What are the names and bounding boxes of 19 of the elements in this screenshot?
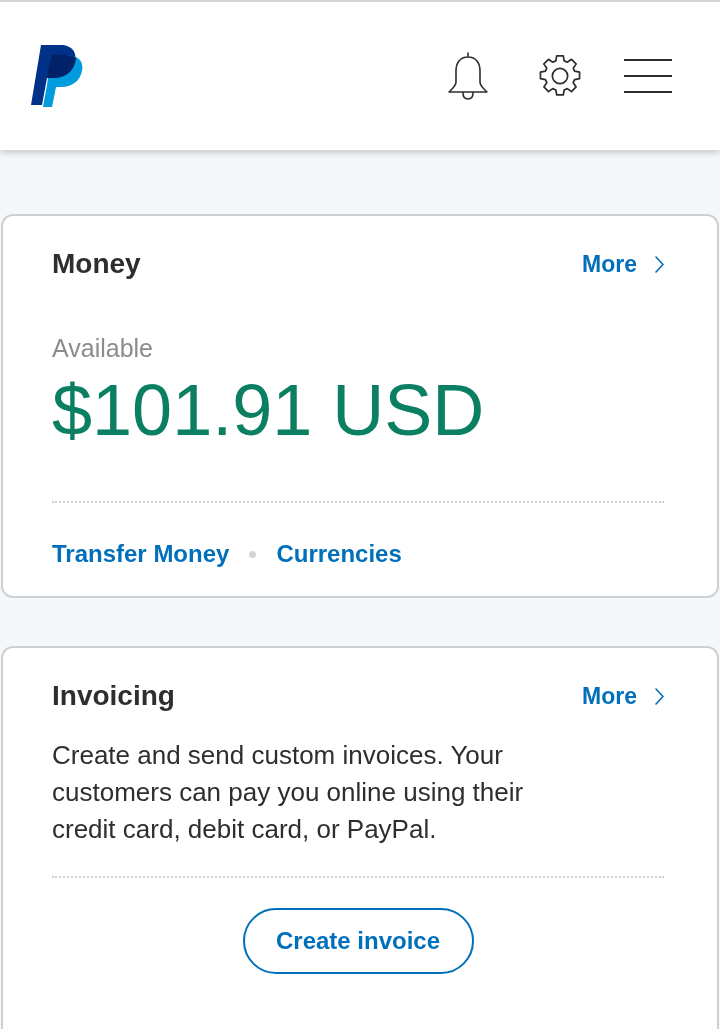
more-link[interactable]: More bbox=[582, 681, 664, 711]
menu-icon bbox=[624, 59, 672, 93]
menu-button[interactable] bbox=[624, 59, 672, 93]
settings-gear-icon bbox=[537, 53, 583, 99]
card-link[interactable]: Currencies bbox=[276, 539, 402, 569]
balance-amount: $101.91 USD bbox=[52, 370, 486, 450]
chevron-right-icon bbox=[655, 687, 664, 705]
card-link[interactable]: Transfer Money bbox=[52, 539, 230, 569]
chevron-right-icon bbox=[655, 255, 664, 273]
more-link[interactable]: More bbox=[582, 249, 664, 279]
card-title: Invoicing bbox=[52, 679, 175, 713]
bell-icon bbox=[447, 52, 489, 100]
balance-label: Available bbox=[52, 333, 154, 363]
card-title: Money bbox=[52, 247, 141, 281]
create-invoice-button[interactable]: Create invoice bbox=[242, 908, 474, 974]
home-logo-link[interactable] bbox=[31, 45, 83, 107]
notifications-button[interactable] bbox=[446, 51, 490, 101]
card-description: Create and send custom invoices. Your customers can pay you online using their credit card, debit card, or PayPal. bbox=[52, 739, 525, 846]
logo-icon bbox=[31, 45, 83, 107]
